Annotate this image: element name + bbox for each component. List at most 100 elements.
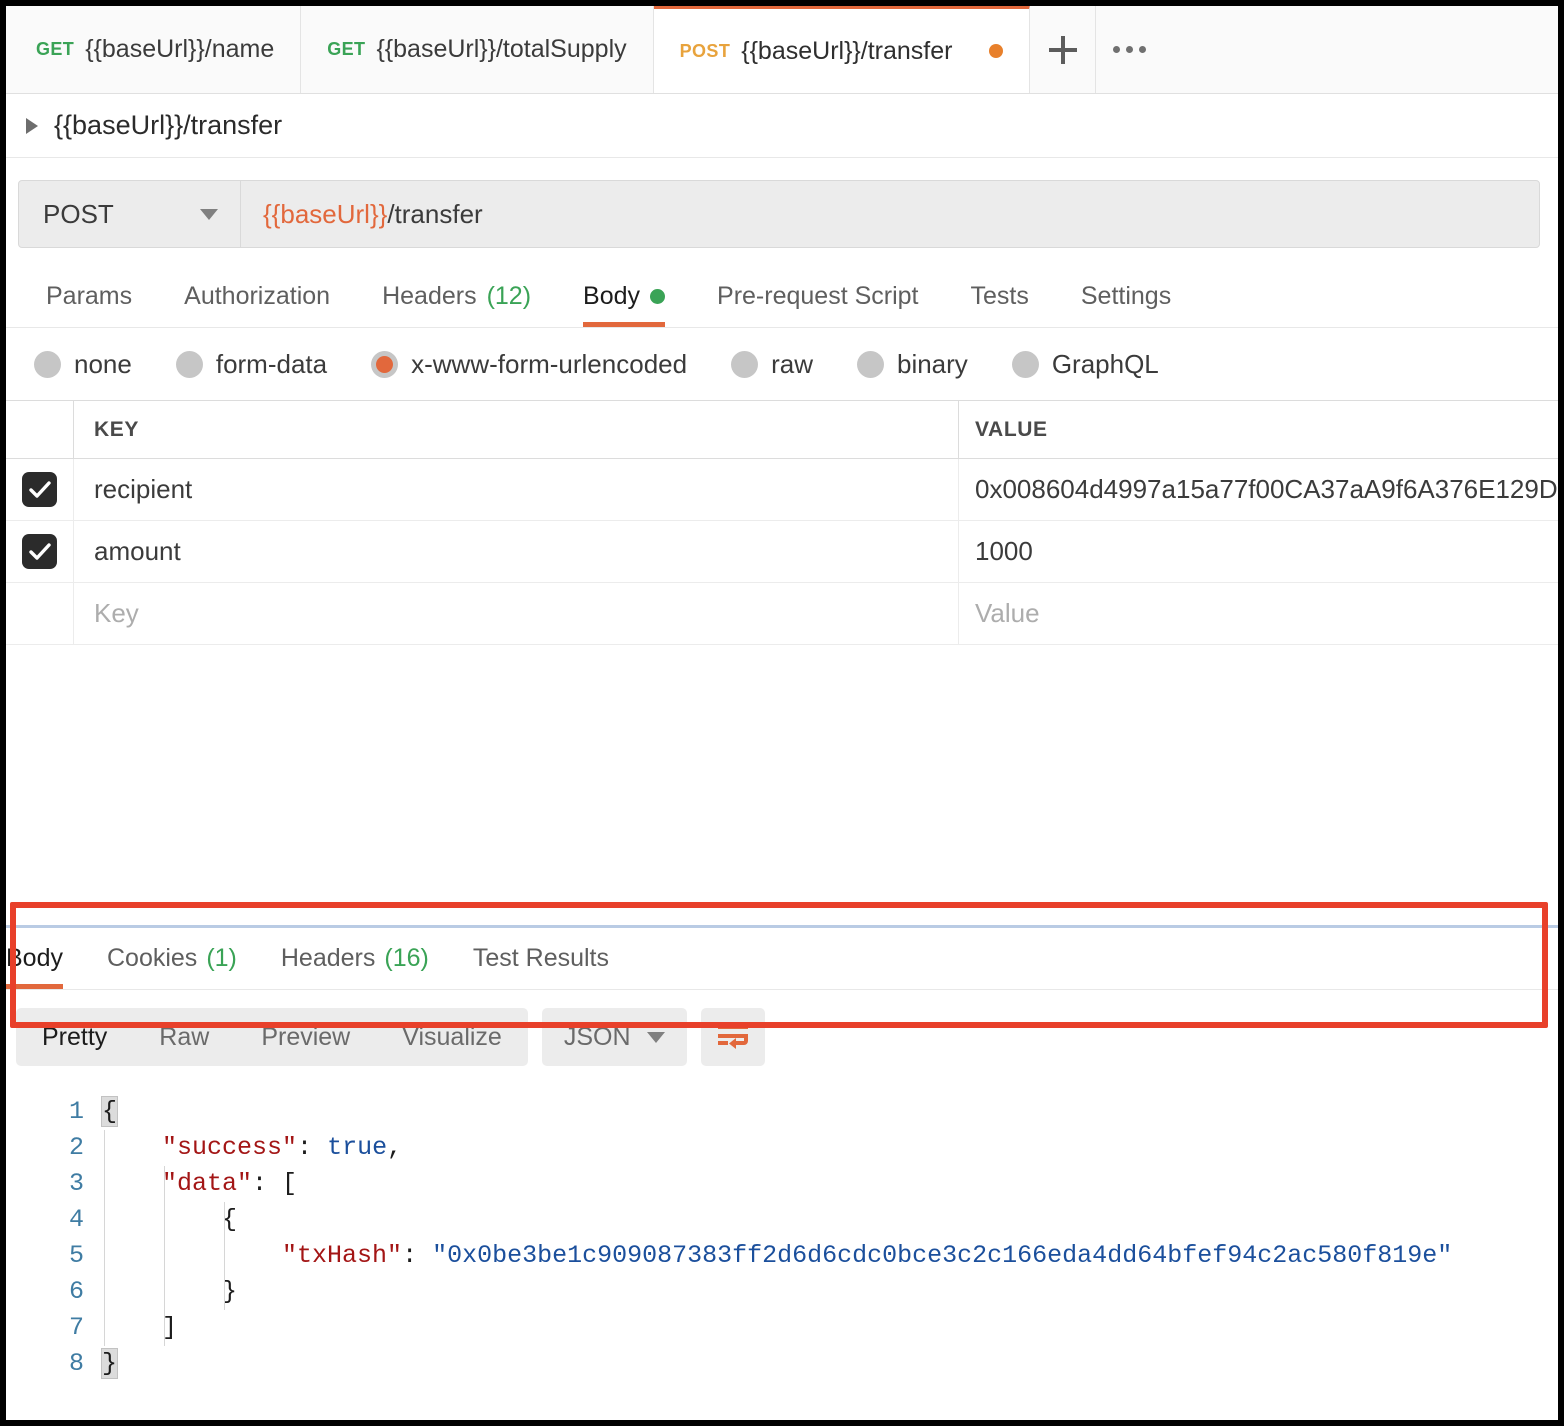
code-line: ] [102,1310,1558,1346]
param-key-input[interactable]: amount [74,521,959,582]
tab-body[interactable]: Body [557,266,691,327]
body-present-dot [650,289,666,304]
request-tab-1[interactable]: GET {{baseUrl}}/totalSupply [301,6,654,93]
new-value-input[interactable]: Value [959,583,1558,644]
radio-label: none [74,348,132,379]
response-tab-headers[interactable]: Headers (16) [259,928,451,989]
tab-label: Params [46,282,133,310]
tab-options-button[interactable] [1096,6,1163,93]
new-key-input[interactable]: Key [74,583,959,644]
request-tab-url: {{baseUrl}}/transfer [741,36,953,65]
response-view-visualize[interactable]: Visualize [376,1008,528,1066]
body-type-radio-graphql[interactable]: GraphQL [1011,348,1159,380]
request-tab-url: {{baseUrl}}/name [85,35,275,63]
code-token-key: "txHash" [282,1241,403,1270]
radio-icon [371,350,399,378]
table-row[interactable]: amount 1000 [6,521,1558,583]
url-bar-container: POST {{baseUrl}}/transfer [6,158,1558,266]
body-type-radio-none[interactable]: none [34,349,132,380]
response-tab-test-results[interactable]: Test Results [451,928,631,989]
url-input[interactable]: {{baseUrl}}/transfer [241,181,1539,247]
request-tab-0[interactable]: GET {{baseUrl}}/name [6,6,302,93]
indent-guide [224,1202,225,1310]
table-row-empty[interactable]: Key Value [6,583,1558,645]
response-tab-label: Body [6,944,63,972]
code-token-punct: } [100,1348,119,1379]
code-token-punct: : [297,1133,328,1162]
radio-label: binary [896,348,968,379]
http-method-select[interactable]: POST [19,181,241,247]
indent-guide [164,1166,165,1346]
tab-headers[interactable]: Headers (12) [356,266,557,327]
response-format-select[interactable]: JSON [541,1008,687,1066]
param-value-input[interactable]: 1000 [959,521,1558,582]
radio-icon [856,350,884,378]
request-tab-strip: GET {{baseUrl}}/name GET {{baseUrl}}/totalS… [6,6,1558,94]
tab-tests[interactable]: Tests [945,266,1055,327]
code-token-key: "success" [162,1133,298,1162]
header-check-cell [6,401,74,458]
code-token-punct: : [ [252,1169,298,1198]
body-params-table: KEY VALUE recipient 0x008604d4997a15a77f0… [6,400,1558,645]
response-tab-body[interactable]: Body [6,928,85,989]
row-enabled-checkbox[interactable] [22,534,57,569]
tab-label: Pre-request Script [717,282,919,310]
line-number: 8 [68,1349,84,1378]
code-token-key: "data" [162,1169,253,1198]
response-format-value: JSON [563,1022,631,1051]
word-wrap-icon [717,1025,748,1049]
body-type-radio-form-data[interactable]: form-data [175,348,328,380]
response-view-preview[interactable]: Preview [235,1008,376,1066]
new-tab-button[interactable] [1030,6,1097,93]
tab-authorization[interactable]: Authorization [158,266,356,327]
param-key-input[interactable]: recipient [74,459,959,520]
radio-label: GraphQL [1051,348,1159,379]
response-tab-label: Cookies [106,944,198,972]
word-wrap-button[interactable] [700,1008,765,1066]
row-check-cell [6,521,74,582]
row-enabled-checkbox[interactable] [22,472,57,507]
line-number: 5 [68,1241,84,1270]
unsaved-changes-dot [989,44,1004,58]
empty-check-cell [6,583,74,644]
breadcrumb: {{baseUrl}}/transfer [6,94,1558,158]
row-check-cell [6,459,74,520]
body-type-radio-binary[interactable]: binary [856,348,968,380]
table-row[interactable]: recipient 0x008604d4997a15a77f00CA37aA9f6… [6,459,1558,521]
http-method-value: POST [43,198,114,229]
response-tab-count-badge: (1) [206,944,237,972]
tab-pre-request-script[interactable]: Pre-request Script [691,266,944,327]
code-line: } [102,1274,1558,1310]
code-token-val: true [327,1133,388,1162]
line-number: 3 [68,1169,84,1198]
code-token-punct: : [402,1241,433,1270]
response-view-pretty[interactable]: Pretty [16,1008,133,1066]
radio-label: x-www-form-urlencoded [411,348,688,379]
request-tab-2[interactable]: POST {{baseUrl}}/transfer [653,6,1031,93]
request-tab-method: GET [36,39,75,59]
code-line: "success": true, [102,1130,1558,1166]
tab-label: Headers [382,282,477,310]
code-token-punct: , [387,1133,403,1162]
tab-params[interactable]: Params [20,266,158,327]
body-type-radio-x-www-form-urlencoded[interactable]: x-www-form-urlencoded [371,349,687,380]
response-tab-label: Test Results [472,944,610,972]
param-value-input[interactable]: 0x008604d4997a15a77f00CA37aA9f6A376E129D… [959,459,1558,520]
body-type-radio-raw[interactable]: raw [731,349,813,380]
table-header-row: KEY VALUE [6,401,1558,459]
tab-settings[interactable]: Settings [1055,266,1197,327]
response-view-raw[interactable]: Raw [133,1008,235,1066]
code-token-val: "0x0be3be1c909087383ff2d6d6cdc0bce3c2c16… [432,1241,1453,1270]
triangle-right-icon[interactable] [26,117,38,134]
radio-label: form-data [215,348,328,379]
response-code-content: { "success": true, "data": [ { "txHash":… [100,1094,1558,1382]
line-number: 7 [68,1313,84,1342]
plus-icon [1048,35,1077,64]
request-tab-method: GET [327,39,366,59]
response-tab-cookies[interactable]: Cookies (1) [85,928,259,989]
response-body-viewer[interactable]: 1 2 3 4 5 6 7 8 { "success": true, "data": [ { … [6,1080,1558,1382]
